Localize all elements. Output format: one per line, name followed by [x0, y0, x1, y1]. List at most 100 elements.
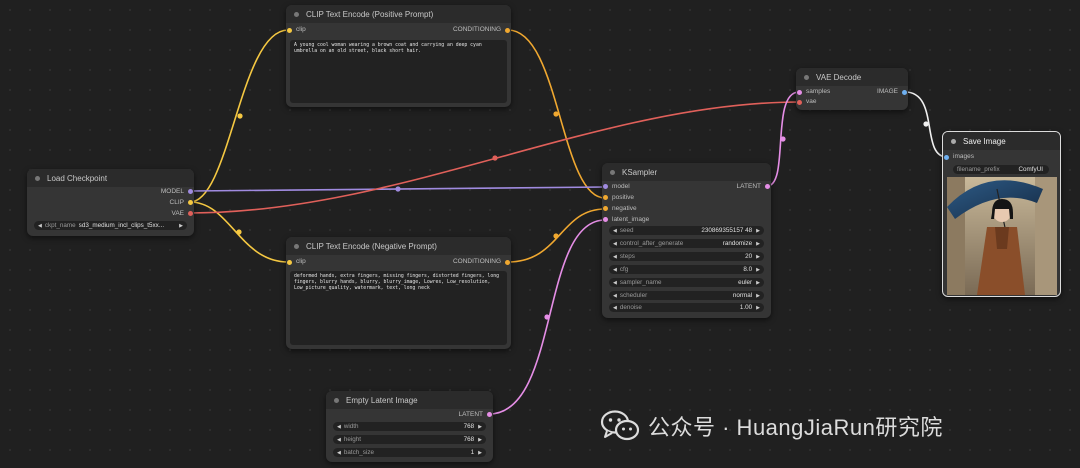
sampler-name-widget[interactable]: ◀ sampler_name euler ▶: [609, 278, 764, 287]
node-header[interactable]: VAE Decode: [796, 68, 908, 86]
control-after-generate-widget[interactable]: ◀ control_after_generate randomize ▶: [609, 239, 764, 248]
vae-decode-node[interactable]: VAE Decode samples vae IMAGE: [796, 68, 908, 110]
widget-value: 768: [463, 436, 475, 443]
prompt-textarea[interactable]: A young cool woman wearing a brown coat …: [290, 40, 507, 103]
input-label-latent-image: latent_image: [612, 216, 650, 223]
input-socket-latent-image[interactable]: [603, 217, 608, 222]
node-header[interactable]: CLIP Text Encode (Positive Prompt): [286, 5, 511, 23]
node-header[interactable]: Save Image: [943, 132, 1060, 150]
input-label-clip: clip: [296, 26, 306, 33]
empty-latent-image-node[interactable]: Empty Latent Image LATENT ◀ width 768 ▶ …: [326, 391, 493, 462]
widget-value: ComfyUI: [1018, 166, 1044, 173]
node-header[interactable]: CLIP Text Encode (Negative Prompt): [286, 237, 511, 255]
output-socket-clip[interactable]: [188, 200, 193, 205]
output-label-latent: LATENT: [736, 183, 761, 190]
wire-latent-samples: [766, 91, 800, 187]
input-socket-images[interactable]: [944, 155, 949, 160]
steps-widget[interactable]: ◀ steps 20 ▶: [609, 252, 764, 261]
ckpt-name-widget[interactable]: ◀ ckpt_name sd3_medium_incl_clips_t5xx..…: [34, 221, 187, 230]
collapse-dot-icon[interactable]: [294, 243, 299, 249]
left-arrow-icon[interactable]: ◀: [337, 437, 341, 443]
filename-prefix-widget[interactable]: filename_prefix ComfyUI: [953, 165, 1049, 174]
node-header[interactable]: Load Checkpoint: [27, 169, 194, 187]
left-arrow-icon[interactable]: ◀: [613, 254, 617, 260]
widget-label: cfg: [619, 266, 629, 273]
output-socket-latent[interactable]: [487, 412, 492, 417]
right-arrow-icon[interactable]: ▶: [756, 280, 760, 286]
wire-midpoint: [780, 136, 786, 142]
input-socket-model[interactable]: [603, 184, 608, 189]
node-header[interactable]: Empty Latent Image: [326, 391, 493, 409]
left-arrow-icon[interactable]: ◀: [337, 424, 341, 430]
widget-value: 20: [745, 253, 753, 260]
right-arrow-icon[interactable]: ▶: [756, 293, 760, 299]
right-arrow-icon[interactable]: ▶: [756, 267, 760, 273]
left-arrow-icon[interactable]: ◀: [613, 241, 617, 247]
output-socket-conditioning[interactable]: [505, 28, 510, 33]
wire-midpoint: [923, 121, 929, 127]
height-widget[interactable]: ◀ height 768 ▶: [333, 435, 486, 444]
output-socket-vae[interactable]: [188, 211, 193, 216]
right-arrow-icon[interactable]: ▶: [478, 424, 482, 430]
input-socket-negative[interactable]: [603, 206, 608, 211]
left-arrow-icon[interactable]: ◀: [613, 267, 617, 273]
right-arrow-icon[interactable]: ▶: [478, 450, 482, 456]
scheduler-widget[interactable]: ◀ scheduler normal ▶: [609, 291, 764, 300]
save-image-node[interactable]: Save Image images filename_prefix ComfyU…: [942, 131, 1061, 297]
seed-widget[interactable]: ◀ seed 230869355157 48 ▶: [609, 226, 764, 235]
clip-text-encode-positive-node[interactable]: CLIP Text Encode (Positive Prompt) clip …: [286, 5, 511, 107]
output-label-model: MODEL: [160, 188, 184, 195]
wire-midpoint: [237, 113, 243, 119]
left-arrow-icon[interactable]: ◀: [613, 293, 617, 299]
input-socket-positive[interactable]: [603, 195, 608, 200]
input-label-vae: vae: [806, 98, 817, 105]
collapse-dot-icon[interactable]: [951, 138, 956, 144]
left-arrow-icon[interactable]: ◀: [38, 223, 42, 229]
widget-label: denoise: [619, 304, 642, 311]
right-arrow-icon[interactable]: ▶: [179, 223, 183, 229]
output-label-latent: LATENT: [458, 411, 483, 418]
prompt-textarea[interactable]: deformed hands, extra fingers, missing f…: [290, 271, 507, 345]
input-socket-vae[interactable]: [797, 100, 802, 105]
wire-midpoint: [544, 314, 550, 320]
denoise-widget[interactable]: ◀ denoise 1.00 ▶: [609, 303, 764, 312]
node-header[interactable]: KSampler: [602, 163, 771, 181]
collapse-dot-icon[interactable]: [610, 169, 615, 175]
output-socket-conditioning[interactable]: [505, 260, 510, 265]
widget-label: seed: [619, 227, 634, 234]
input-socket-clip[interactable]: [287, 260, 292, 265]
output-socket-model[interactable]: [188, 189, 193, 194]
right-arrow-icon[interactable]: ▶: [756, 305, 760, 311]
widget-value: randomize: [722, 240, 753, 247]
collapse-dot-icon[interactable]: [334, 397, 339, 403]
left-arrow-icon[interactable]: ◀: [337, 450, 341, 456]
output-socket-latent[interactable]: [765, 184, 770, 189]
widget-value: euler: [738, 279, 753, 286]
wire-image: [904, 91, 948, 158]
input-socket-clip[interactable]: [287, 28, 292, 33]
input-label-clip: clip: [296, 258, 306, 265]
input-socket-samples[interactable]: [797, 90, 802, 95]
left-arrow-icon[interactable]: ◀: [613, 280, 617, 286]
left-arrow-icon[interactable]: ◀: [613, 305, 617, 311]
collapse-dot-icon[interactable]: [294, 11, 299, 17]
generated-image-preview[interactable]: [947, 177, 1057, 295]
left-arrow-icon[interactable]: ◀: [613, 228, 617, 234]
clip-text-encode-negative-node[interactable]: CLIP Text Encode (Negative Prompt) clip …: [286, 237, 511, 349]
ksampler-node[interactable]: KSampler model positive negative latent_…: [602, 163, 771, 318]
load-checkpoint-node[interactable]: Load Checkpoint MODEL CLIP VAE ◀ ckpt_na…: [27, 169, 194, 236]
output-socket-image[interactable]: [902, 90, 907, 95]
collapse-dot-icon[interactable]: [804, 74, 809, 80]
right-arrow-icon[interactable]: ▶: [756, 241, 760, 247]
right-arrow-icon[interactable]: ▶: [756, 228, 760, 234]
widget-label: steps: [619, 253, 635, 260]
input-label-samples: samples: [806, 88, 831, 95]
input-label-negative: negative: [612, 205, 637, 212]
widget-value: 1: [470, 449, 475, 456]
right-arrow-icon[interactable]: ▶: [478, 437, 482, 443]
width-widget[interactable]: ◀ width 768 ▶: [333, 422, 486, 431]
cfg-widget[interactable]: ◀ cfg 8.0 ▶: [609, 265, 764, 274]
collapse-dot-icon[interactable]: [35, 175, 40, 181]
batch-size-widget[interactable]: ◀ batch_size 1 ▶: [333, 448, 486, 457]
right-arrow-icon[interactable]: ▶: [756, 254, 760, 260]
